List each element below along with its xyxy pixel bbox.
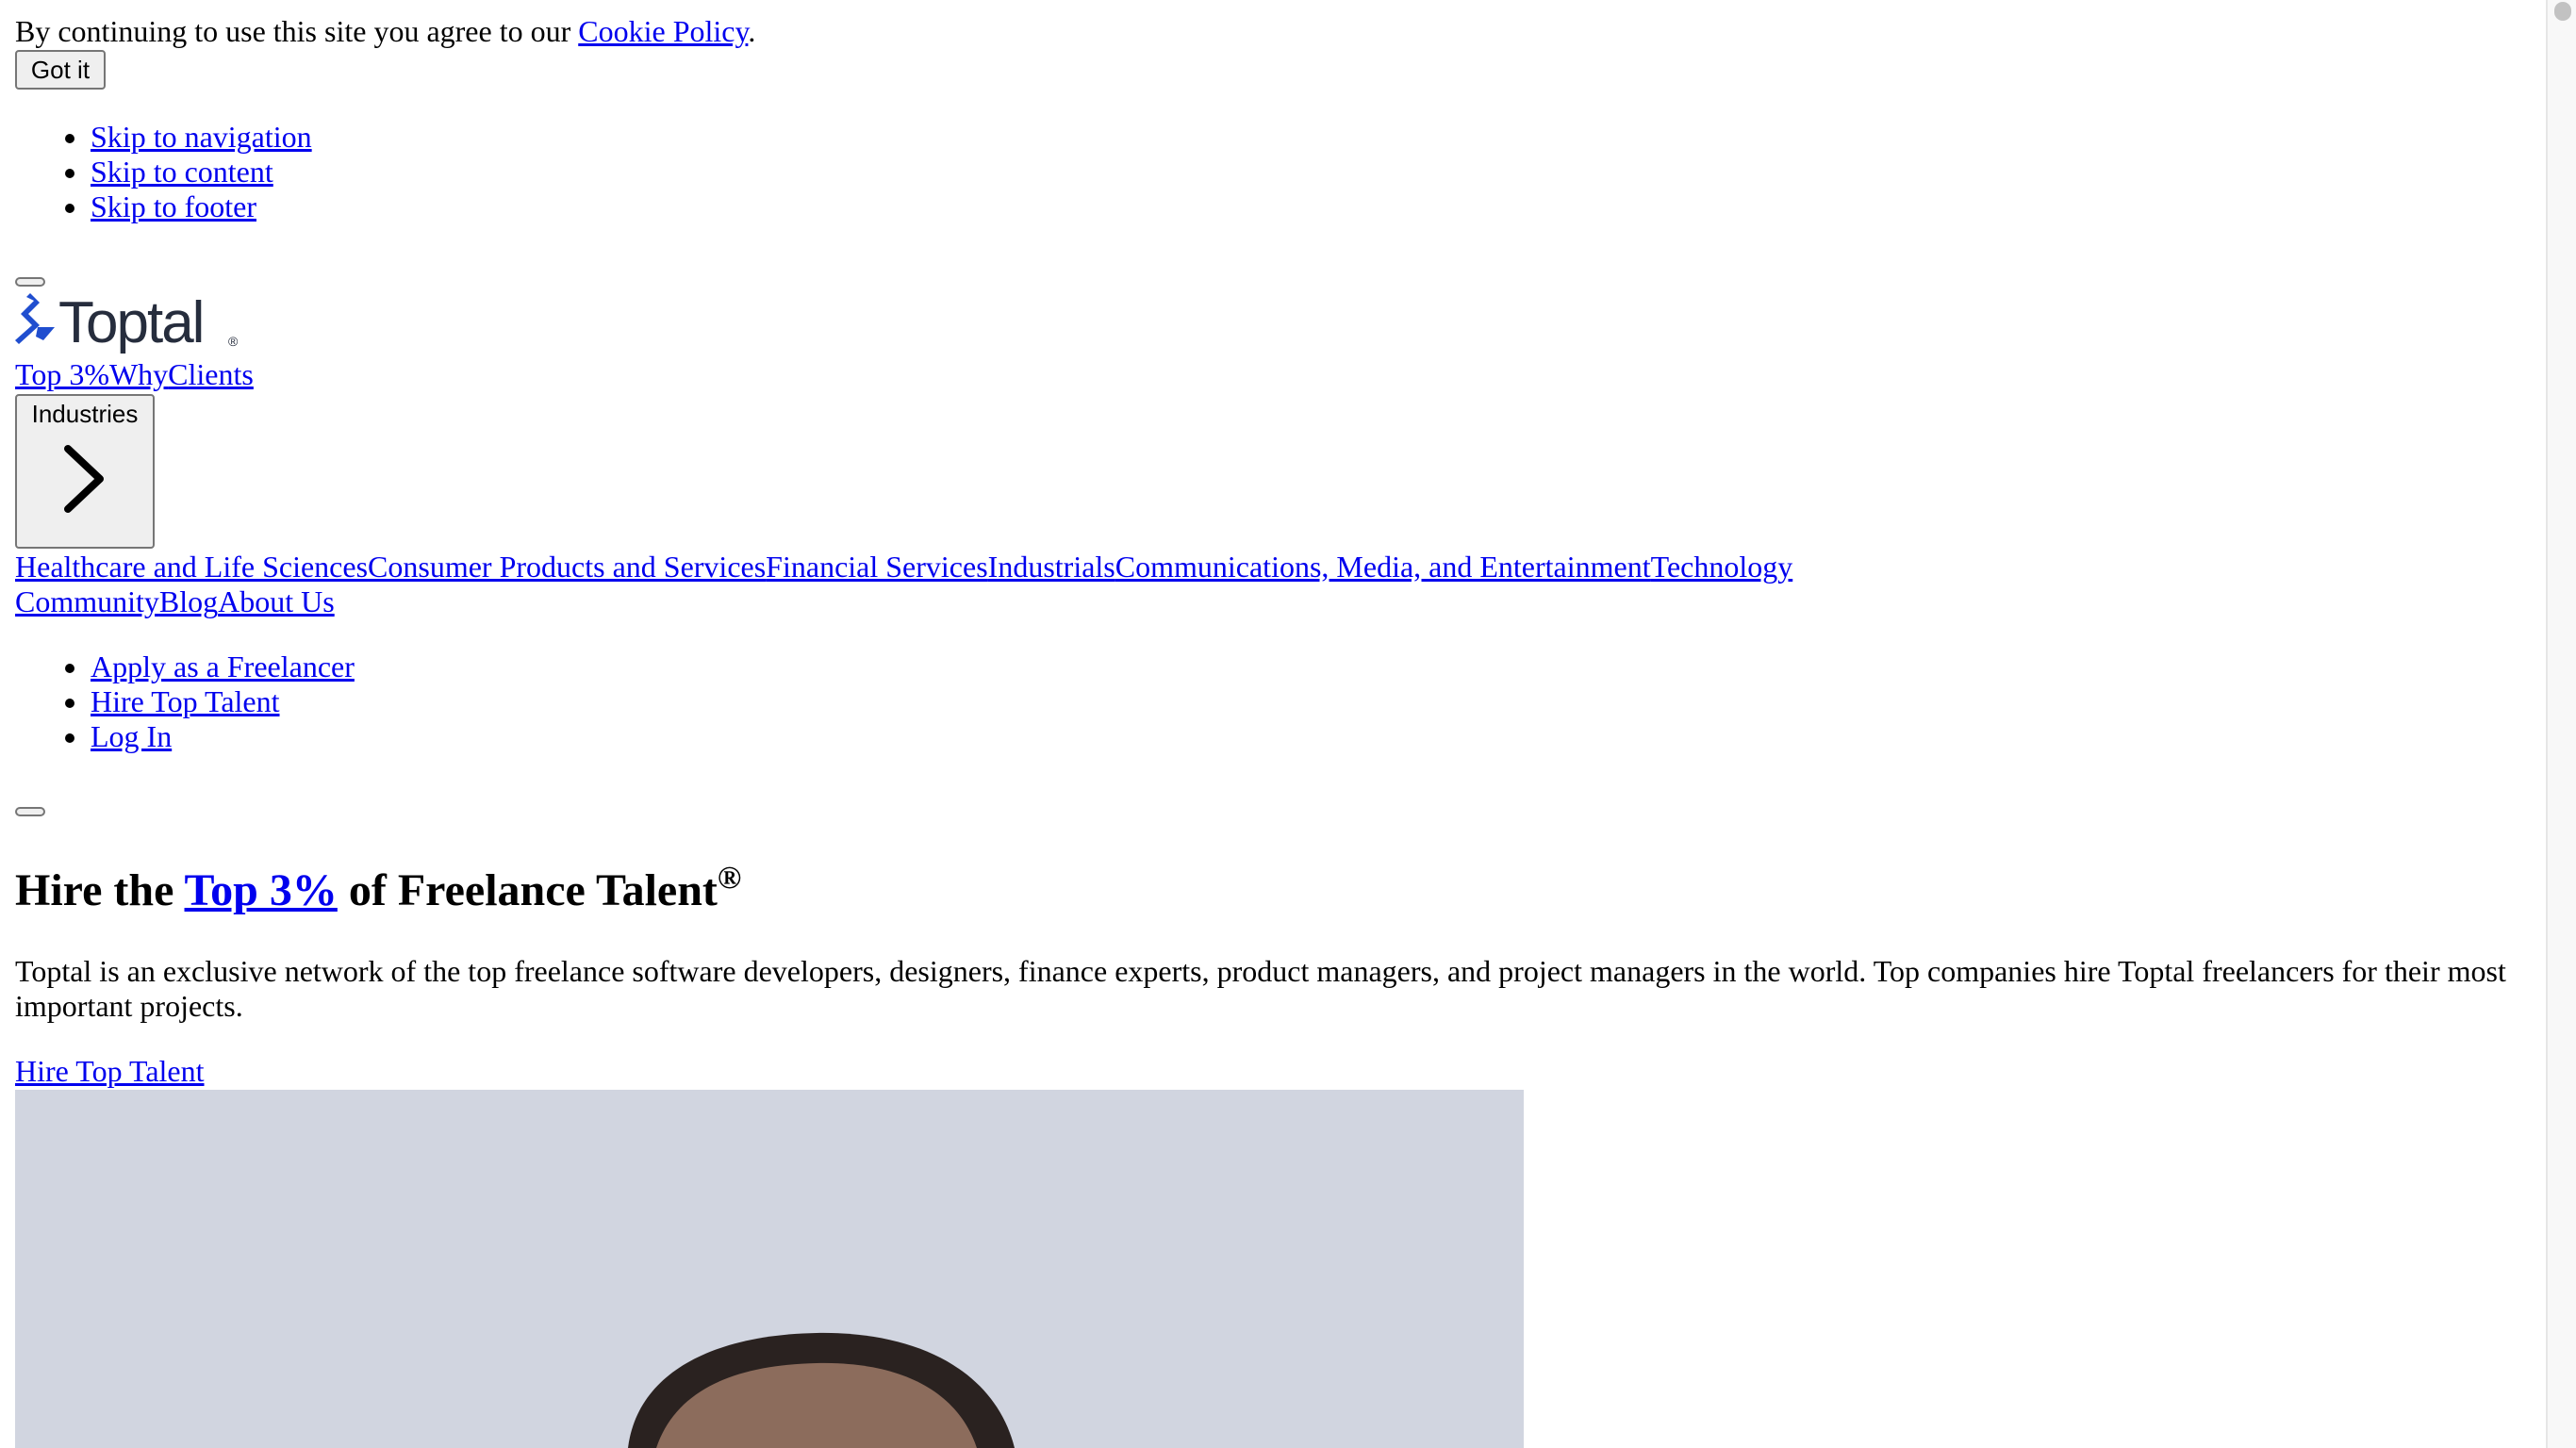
skip-link-item: Skip to navigation: [15, 120, 312, 155]
account-link-item: Apply as a Freelancer: [15, 650, 355, 684]
toptal-logo[interactable]: Toptal ®: [15, 289, 241, 355]
hero-description: Toptal is an exclusive network of the to…: [15, 954, 2506, 1023]
industries-label: Industries: [31, 400, 139, 428]
account-links: Apply as a Freelancer Hire Top Talent Lo…: [15, 650, 355, 754]
skip-link-item: Skip to footer: [15, 189, 312, 224]
account-link-item: Hire Top Talent: [15, 684, 355, 719]
log-in-link[interactable]: Log In: [91, 719, 172, 753]
hero-image: [15, 1090, 1524, 1448]
apply-as-freelancer-link[interactable]: Apply as a Freelancer: [91, 650, 355, 683]
industry-technology-link[interactable]: Technology: [1651, 550, 1793, 584]
nav-community-link[interactable]: Community: [15, 584, 159, 618]
cookie-banner: By continuing to use this site you agree…: [15, 14, 755, 49]
nav-blog-link[interactable]: Blog: [159, 584, 218, 618]
logo-wordmark: Toptal: [58, 290, 203, 354]
industry-healthcare-link[interactable]: Healthcare and Life Sciences: [15, 550, 368, 584]
cookie-policy-link[interactable]: Cookie Policy: [578, 14, 748, 48]
portrait-photo: [628, 1332, 1015, 1448]
hire-top-talent-nav-link[interactable]: Hire Top Talent: [91, 684, 280, 718]
nav-why-link[interactable]: Why: [109, 357, 168, 391]
got-it-button[interactable]: Got it: [15, 50, 106, 90]
hero-top-3-link[interactable]: Top 3%: [185, 865, 338, 915]
cookie-suffix: .: [748, 14, 756, 48]
secondary-nav: CommunityBlogAbout Us: [15, 584, 335, 619]
hero-registered-mark: ®: [717, 861, 742, 896]
toptal-logo-mark: Toptal ®: [15, 290, 239, 355]
account-link-item: Log In: [15, 719, 355, 754]
skip-links: Skip to navigation Skip to content Skip …: [15, 120, 312, 224]
vertical-scrollbar[interactable]: [2546, 0, 2576, 1448]
logo-registered-mark: ®: [228, 334, 239, 349]
nav-clients-link[interactable]: Clients: [168, 357, 254, 391]
browser-viewport: By continuing to use this site you agree…: [0, 0, 2546, 1448]
industry-consumer-link[interactable]: Consumer Products and Services: [368, 550, 766, 584]
industry-industrials-link[interactable]: Industrials: [988, 550, 1115, 584]
scrollbar-thumb[interactable]: [2554, 2, 2571, 21]
skip-to-footer-link[interactable]: Skip to footer: [91, 189, 256, 223]
nav-top-3-link[interactable]: Top 3%: [15, 357, 109, 391]
hero-title: Hire the Top 3% of Freelance Talent®: [15, 863, 741, 919]
nav-about-us-link[interactable]: About Us: [218, 584, 335, 618]
primary-nav: Top 3%WhyClients: [15, 357, 254, 392]
menu-toggle-button[interactable]: [15, 277, 45, 287]
hero-title-prefix: Hire the: [15, 865, 185, 915]
hero-title-suffix: of Freelance Talent: [337, 865, 718, 915]
chevron-right-icon: [64, 445, 104, 513]
skip-to-navigation-link[interactable]: Skip to navigation: [91, 120, 312, 154]
industry-links: Healthcare and Life SciencesConsumer Pro…: [15, 550, 1792, 584]
industry-financial-link[interactable]: Financial Services: [766, 550, 987, 584]
close-menu-button[interactable]: [15, 807, 45, 816]
toptal-diamond-icon: [15, 293, 55, 344]
skip-to-content-link[interactable]: Skip to content: [91, 155, 273, 189]
industries-menu-button[interactable]: Industries: [15, 394, 155, 549]
industry-communications-link[interactable]: Communications, Media, and Entertainment: [1115, 550, 1651, 584]
hire-top-talent-button[interactable]: Hire Top Talent: [15, 1054, 205, 1089]
cookie-message: By continuing to use this site you agree…: [15, 14, 579, 48]
skip-link-item: Skip to content: [15, 155, 312, 189]
